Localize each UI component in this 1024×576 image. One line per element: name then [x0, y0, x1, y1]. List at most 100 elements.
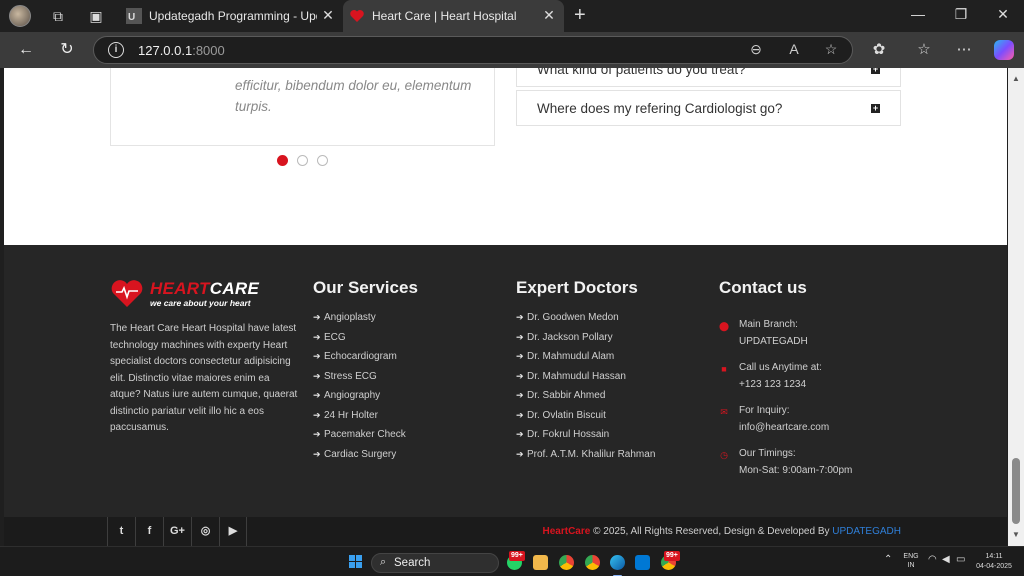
doctor-link[interactable]: ➔ Dr. Mahmudul Hassan: [516, 371, 655, 391]
arrow-right-icon: ➔: [516, 351, 524, 361]
contact-label: Our Timings:: [739, 448, 796, 459]
site-info-icon[interactable]: i: [108, 42, 124, 58]
minimize-icon[interactable]: —: [908, 6, 928, 22]
tab-actions-icon[interactable]: ▣: [86, 6, 106, 26]
close-window-icon[interactable]: ✕: [993, 6, 1013, 23]
taskbar-search[interactable]: ⌕ Search: [371, 553, 499, 573]
arrow-right-icon: ➔: [313, 312, 321, 322]
service-link[interactable]: ➔ Angioplasty: [313, 312, 406, 332]
language-indicator[interactable]: ENG IN: [902, 552, 920, 570]
tab-title: Heart Care | Heart Hospital: [372, 9, 517, 23]
tab-heart-care[interactable]: Heart Care | Heart Hospital ✕: [343, 0, 564, 32]
contact-value: UPDATEGADH: [739, 336, 808, 347]
logo-heart-icon: [111, 280, 143, 307]
restore-icon[interactable]: ❐: [951, 6, 971, 23]
service-link[interactable]: ➔ Echocardiogram: [313, 351, 406, 371]
arrow-right-icon: ➔: [313, 409, 321, 420]
heartcare-logo[interactable]: HEARTCARE we care about your heart: [110, 279, 259, 311]
zoom-icon[interactable]: ⊖: [746, 41, 766, 58]
scroll-down-icon[interactable]: ▼: [1012, 530, 1020, 539]
system-clock[interactable]: 14:11 04-04-2025: [972, 552, 1016, 572]
copilot-icon[interactable]: [994, 40, 1014, 60]
arrow-right-icon: ➔: [516, 429, 524, 439]
arrow-right-icon: ➔: [313, 370, 321, 381]
read-aloud-icon[interactable]: A: [784, 41, 804, 57]
site-footer: HEARTCARE we care about your heart The H…: [4, 245, 1007, 517]
more-menu-icon[interactable]: ⋯: [954, 40, 974, 58]
favorite-star-icon[interactable]: ☆: [821, 41, 841, 58]
carousel-dot-1[interactable]: [277, 155, 288, 166]
volume-icon[interactable]: ◀: [942, 554, 950, 565]
doctor-link[interactable]: ➔ Prof. A.T.M. Khalilur Rahman: [516, 449, 655, 469]
service-link[interactable]: ➔ Cardiac Surgery: [313, 449, 406, 469]
contact-value: Mon-Sat: 9:00am-7:00pm: [739, 465, 853, 476]
reload-icon[interactable]: ↻: [57, 40, 77, 60]
chrome-profile-icon[interactable]: [585, 555, 600, 570]
google-plus-icon[interactable]: G+: [163, 517, 191, 546]
close-tab-icon[interactable]: ✕: [320, 7, 336, 24]
doctor-link[interactable]: ➔ Dr. Goodwen Medon: [516, 312, 655, 332]
notification-badge: 99+: [664, 551, 680, 561]
windows-taskbar: ⌕ Search 99+ 99+ ⌃ ENG IN ◠ ◀ ▭ 14:11 04-0…: [0, 546, 1024, 576]
doctor-link[interactable]: ➔ Dr. Fokrul Hossain: [516, 429, 655, 449]
page-scrollbar[interactable]: ▲ ▼: [1008, 68, 1024, 546]
address-bar[interactable]: i 127.0.0.1:8000 ⊖ A ☆: [93, 36, 853, 64]
doctor-link[interactable]: ➔ Dr. Ovlatin Biscuit: [516, 410, 655, 430]
new-tab-button[interactable]: +: [574, 4, 586, 27]
service-link[interactable]: ➔ Angiography: [313, 390, 406, 410]
doctor-link[interactable]: ➔ Dr. Mahmudul Alam: [516, 351, 655, 371]
windows-start-icon[interactable]: [349, 555, 363, 569]
copyright-body: © 2025, All Rights Reserved, Design & De…: [590, 526, 833, 537]
doctor-link[interactable]: ➔ Dr. Jackson Pollary: [516, 332, 655, 352]
browser-toolbar: ← ↻ i 127.0.0.1:8000 ⊖ A ☆ ✿ ☆ ⋯: [0, 32, 1024, 68]
service-link[interactable]: ➔ 24 Hr Holter: [313, 410, 406, 430]
envelope-icon: ✉: [720, 407, 728, 417]
vscode-icon[interactable]: [635, 555, 650, 570]
close-tab-icon[interactable]: ✕: [541, 7, 557, 24]
url-text: 127.0.0.1:8000: [138, 43, 225, 58]
copyright-text: HeartCare © 2025, All Rights Reserved, D…: [543, 526, 901, 537]
faq-item[interactable]: What kind of patients do you treat? +: [516, 68, 901, 87]
tray-overflow-icon[interactable]: ⌃: [884, 554, 892, 565]
scrollbar-thumb[interactable]: [1012, 458, 1020, 524]
developer-link[interactable]: UPDATEGADH: [832, 526, 901, 537]
search-label: Search: [394, 557, 431, 569]
contact-value: +123 123 1234: [739, 379, 807, 390]
contact-heading: Contact us: [719, 278, 807, 297]
faq-item[interactable]: Where does my refering Cardiologist go? …: [516, 90, 901, 126]
expand-plus-icon[interactable]: +: [871, 104, 880, 113]
profile-avatar[interactable]: [9, 5, 31, 27]
file-explorer-icon[interactable]: [533, 555, 548, 570]
chrome-icon[interactable]: [559, 555, 574, 570]
map-marker-icon: ⬤: [719, 321, 730, 331]
services-list: ➔ Angioplasty ➔ ECG ➔ Echocardiogram ➔ Stres…: [313, 312, 406, 468]
testimonial-faq-section: efficitur, bibendum dolor eu, elementum …: [4, 68, 1007, 245]
tab-updategadh[interactable]: U Updategadh Programming - Upd ✕: [120, 0, 342, 32]
back-icon[interactable]: ←: [16, 40, 36, 60]
workspaces-icon[interactable]: ⧉: [48, 6, 68, 26]
battery-icon[interactable]: ▭: [956, 554, 965, 565]
wifi-icon[interactable]: ◠: [928, 554, 937, 565]
service-link[interactable]: ➔ ECG: [313, 332, 406, 352]
twitter-icon[interactable]: t: [107, 517, 135, 546]
facebook-icon[interactable]: f: [135, 517, 163, 546]
copyright-brand[interactable]: HeartCare: [543, 526, 591, 537]
carousel-dot-3[interactable]: [317, 155, 328, 166]
search-icon: ⌕: [380, 556, 387, 568]
contact-label: Main Branch:: [739, 319, 798, 330]
extensions-icon[interactable]: ✿: [869, 40, 889, 58]
edge-icon[interactable]: [610, 555, 625, 576]
doctors-heading: Expert Doctors: [516, 278, 638, 297]
service-link[interactable]: ➔ Pacemaker Check: [313, 429, 406, 449]
instagram-icon[interactable]: ◎: [191, 517, 219, 546]
arrow-right-icon: ➔: [313, 351, 321, 361]
carousel-dot-2[interactable]: [297, 155, 308, 166]
service-link[interactable]: ➔ Stress ECG: [313, 371, 406, 391]
contact-value[interactable]: info@heartcare.com: [739, 422, 829, 433]
favorites-icon[interactable]: ☆: [914, 40, 934, 58]
expand-plus-icon[interactable]: +: [871, 68, 880, 74]
youtube-icon[interactable]: ▶: [219, 517, 247, 546]
scroll-up-icon[interactable]: ▲: [1012, 74, 1020, 83]
doctor-link[interactable]: ➔ Dr. Sabbir Ahmed: [516, 390, 655, 410]
arrow-right-icon: ➔: [313, 448, 321, 459]
